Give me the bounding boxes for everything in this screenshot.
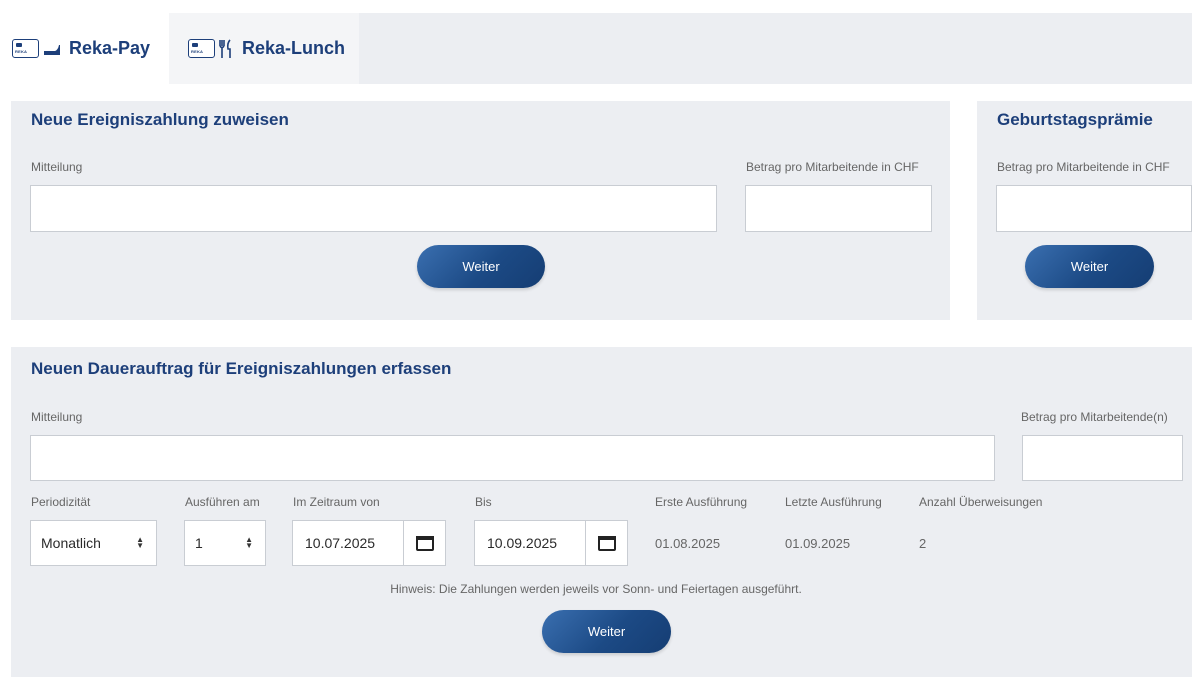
geburtstag-title: Geburtstagsprämie [997,110,1153,129]
hinweis-text: Hinweis: Die Zahlungen werden jeweils vo… [390,582,802,596]
anzahl-label: Anzahl Überweisungen [919,495,1043,509]
ausfuehren-label: Ausführen am [185,495,260,509]
anzahl-value: 2 [919,536,927,551]
calendar-icon[interactable] [585,521,627,565]
select-arrows-icon: ▲ ▼ [136,535,144,550]
ausfuehren-value: 1 [195,535,203,551]
bis-date-field[interactable]: 10.09.2025 [474,520,628,566]
bis-label: Bis [475,495,492,509]
bis-date-value: 10.09.2025 [487,535,558,551]
select-arrows-icon: ▲ ▼ [245,535,253,550]
ausfuehren-select[interactable]: 1 ▲ ▼ [184,520,266,566]
tab-label: Reka-Pay [69,38,151,58]
reka-card-pay-icon: REKA [12,39,61,58]
letzte-ausfuehrung-value: 01.09.2025 [785,536,851,551]
tab-reka-pay[interactable]: REKA Reka-Pay [0,13,169,84]
betrag-label: Betrag pro Mitarbeitende in CHF [746,160,919,174]
von-date-field[interactable]: 10.07.2025 [292,520,446,566]
periodizitaet-select[interactable]: Monatlich ▲ ▼ [30,520,157,566]
calendar-icon[interactable] [403,521,445,565]
mitteilung-input[interactable] [30,185,717,232]
betrag-label: Betrag pro Mitarbeitende(n) [1021,410,1168,424]
periodizitaet-value: Monatlich [41,535,101,551]
letzte-ausfuehrung-label: Letzte Ausführung [785,495,882,509]
geburtstag-betrag-input[interactable] [996,185,1192,232]
dauer-mitteilung-input[interactable] [30,435,995,481]
erste-ausfuehrung-value: 01.08.2025 [655,536,721,551]
tab-label: Reka-Lunch [242,38,346,58]
weiter-button[interactable]: Weiter [417,245,545,288]
betrag-input[interactable] [745,185,932,232]
von-label: Im Zeitraum von [293,495,380,509]
mitteilung-label: Mitteilung [31,160,83,174]
von-date-value: 10.07.2025 [305,535,376,551]
mitteilung-label: Mitteilung [31,410,83,424]
ereignis-title: Neue Ereigniszahlung zuweisen [31,110,289,129]
dauer-weiter-button[interactable]: Weiter [542,610,671,653]
dauerauftrag-title: Neuen Dauerauftrag für Ereigniszahlungen… [31,359,452,378]
tab-reka-lunch[interactable]: REKA Reka-Lunch [169,13,359,84]
reka-card-lunch-icon: REKA [188,38,234,59]
erste-ausfuehrung-label: Erste Ausführung [655,495,748,509]
dauer-betrag-input[interactable] [1022,435,1183,481]
betrag-label: Betrag pro Mitarbeitende in CHF [997,160,1170,174]
periodizitaet-label: Periodizität [31,495,91,509]
geburtstag-weiter-button[interactable]: Weiter [1025,245,1154,288]
